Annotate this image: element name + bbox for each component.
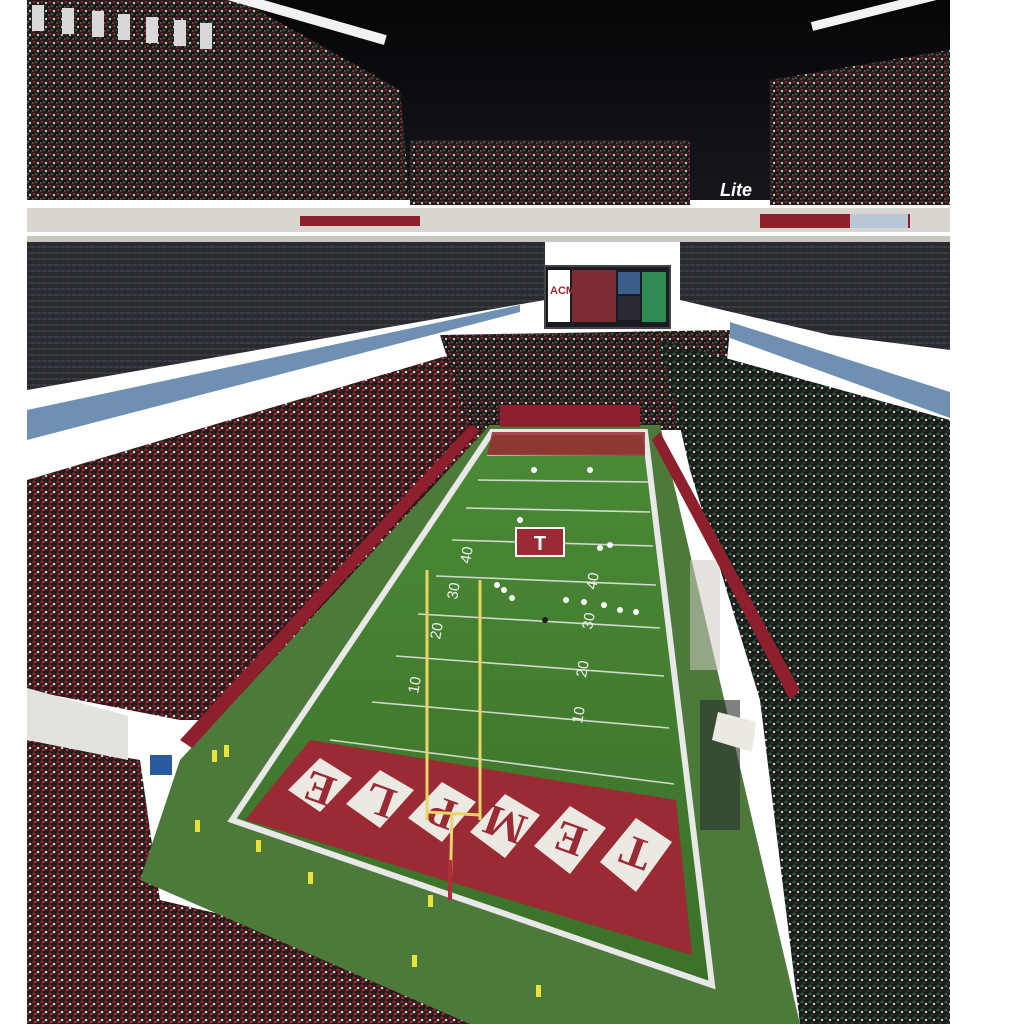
midfield-logo: T [515, 527, 565, 557]
yard-number: 20 [427, 621, 447, 640]
yard-number: 40 [583, 571, 603, 590]
stadium-scene: Lite ACME T E L P M E T 10 20 40 30 10 2… [0, 0, 1024, 1024]
video-scoreboard: ACME [544, 265, 671, 329]
far-endzone [487, 432, 645, 456]
upper-deck-far [410, 140, 690, 205]
equipment-bins [150, 755, 172, 775]
lite-sign-text: Lite [720, 180, 752, 200]
yard-number: 10 [405, 675, 425, 694]
yard-number: 20 [573, 659, 593, 678]
midfield-logo-text: T [534, 533, 546, 555]
lite-sign: Lite [720, 180, 752, 200]
yard-number: 30 [579, 611, 599, 630]
yard-number: 10 [569, 705, 589, 724]
ribbon-board-center [300, 216, 420, 226]
wall-padding-far [500, 405, 640, 427]
yard-number: 30 [444, 581, 464, 600]
yard-number: 40 [457, 545, 477, 564]
stadium-photo: Lite ACME T E L P M E T 10 20 40 30 10 2… [0, 0, 1024, 1024]
